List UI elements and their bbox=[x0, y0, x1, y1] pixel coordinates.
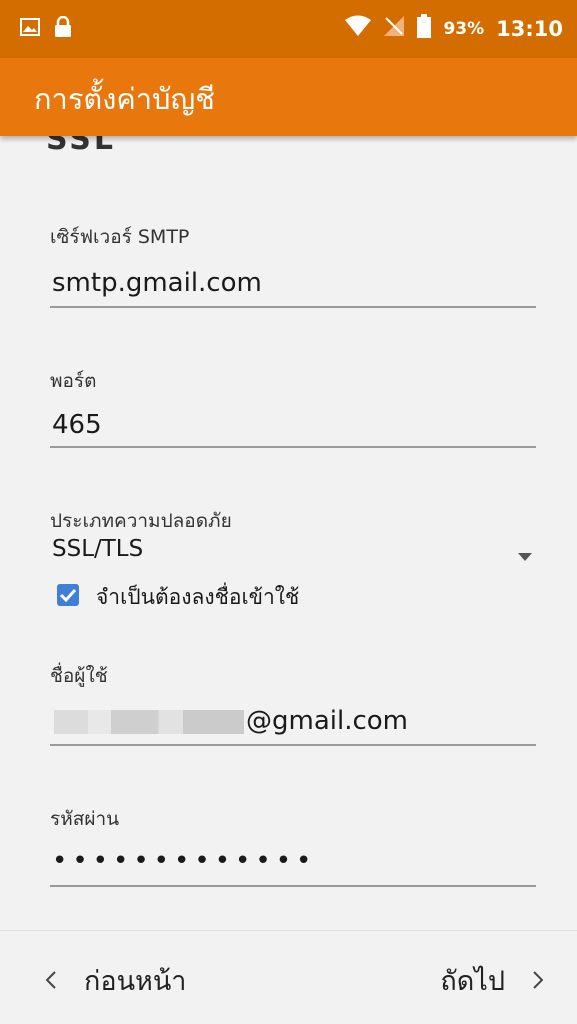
security-type-value: SSL/TLS bbox=[52, 536, 144, 562]
smtp-server-underline bbox=[50, 306, 536, 308]
chevron-right-icon bbox=[533, 965, 544, 996]
username-label: ชื่อผู้ใช้ bbox=[50, 665, 108, 687]
image-icon bbox=[20, 18, 40, 40]
battery-icon bbox=[417, 14, 432, 43]
security-type-label: ประเภทความปลอดภัย bbox=[50, 510, 232, 532]
page-title: การตั้งค่าบัญชี bbox=[34, 82, 215, 116]
checkmark-icon bbox=[59, 588, 77, 603]
smtp-server-input[interactable]: smtp.gmail.com bbox=[52, 268, 262, 298]
password-label: รหัสผ่าน bbox=[50, 808, 120, 830]
next-label: ถัดไป bbox=[440, 966, 505, 997]
username-input[interactable]: @gmail.com bbox=[50, 700, 536, 740]
signal-off-icon bbox=[383, 15, 405, 42]
port-label: พอร์ต bbox=[50, 370, 97, 392]
password-underline bbox=[50, 885, 536, 887]
require-signin-label[interactable]: จำเป็นต้องลงชื่อเข้าใช้ bbox=[96, 581, 299, 614]
app-bar: การตั้งค่าบัญชี bbox=[0, 58, 577, 136]
security-type-select[interactable]: SSL/TLS bbox=[50, 534, 536, 570]
username-domain: @gmail.com bbox=[246, 706, 409, 736]
battery-percent: 93% bbox=[443, 18, 485, 39]
port-underline bbox=[50, 446, 536, 448]
password-input[interactable]: ••••••••••••• bbox=[52, 846, 316, 876]
chevron-left-icon bbox=[45, 965, 56, 996]
require-signin-checkbox[interactable] bbox=[57, 584, 79, 606]
dropdown-arrow-icon bbox=[518, 546, 532, 565]
previous-label: ก่อนหน้า bbox=[84, 966, 187, 997]
redacted-username bbox=[54, 710, 244, 734]
status-bar: 93% 13:10 bbox=[0, 0, 577, 58]
wifi-icon bbox=[345, 15, 372, 42]
clock: 13:10 bbox=[496, 16, 563, 41]
next-button[interactable]: ถัดไป bbox=[440, 959, 544, 1002]
previous-button[interactable]: ก่อนหน้า bbox=[45, 959, 187, 1002]
username-underline bbox=[50, 744, 536, 746]
lock-icon bbox=[54, 15, 72, 42]
smtp-server-label: เซิร์ฟเวอร์ SMTP bbox=[50, 226, 190, 248]
bottom-nav-bar: ก่อนหน้า ถัดไป bbox=[0, 930, 577, 1024]
port-input[interactable]: 465 bbox=[52, 410, 102, 440]
